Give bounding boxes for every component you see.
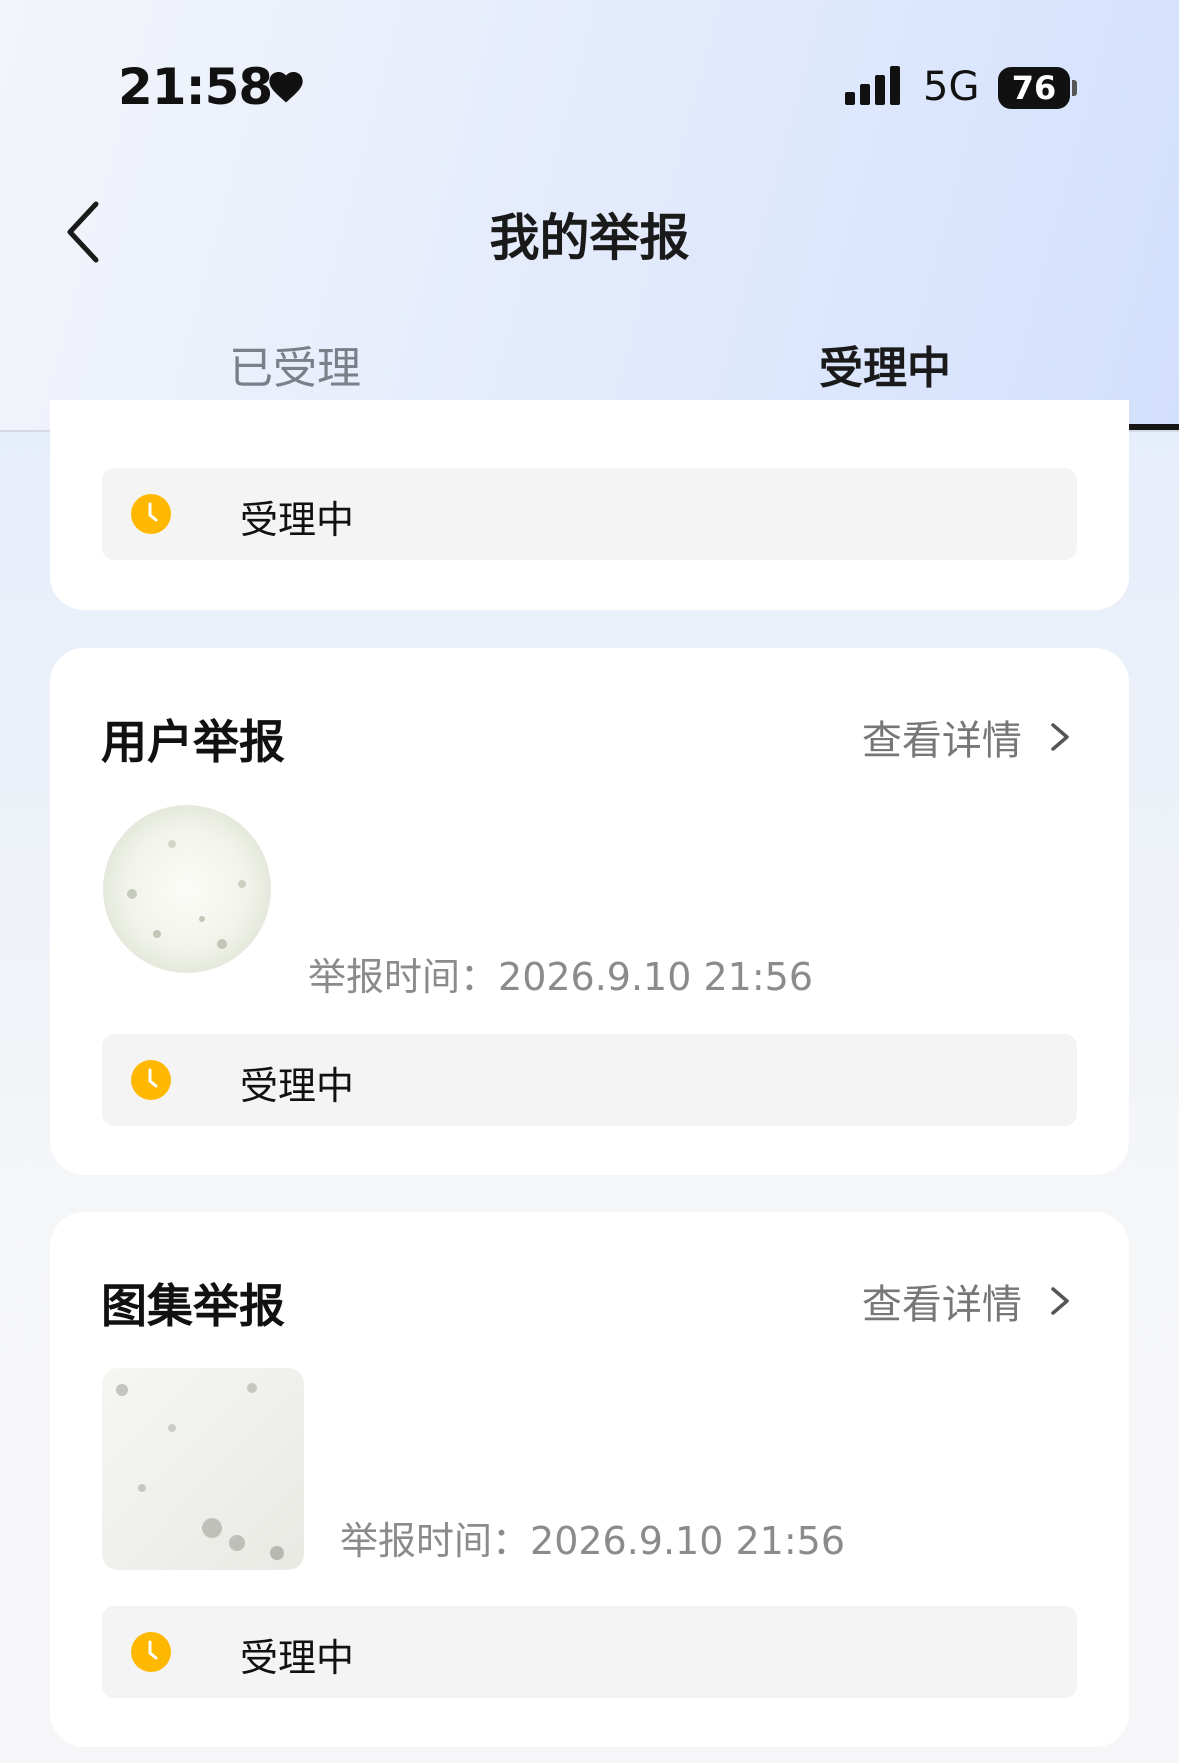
signal-icon bbox=[845, 66, 900, 105]
status-time: 21:58 bbox=[118, 58, 273, 116]
status-label: 受理中 bbox=[240, 1636, 355, 1680]
status-bar: 21:58 5G 76 bbox=[0, 0, 1179, 150]
clock-icon bbox=[131, 1060, 171, 1100]
battery-icon: 76 bbox=[998, 67, 1078, 109]
report-time-label: 举报时间： bbox=[340, 1519, 531, 1563]
view-details-label: 查看详情 bbox=[861, 1282, 1022, 1328]
card-title: 用户举报 bbox=[101, 715, 285, 769]
status-label: 受理中 bbox=[240, 1064, 355, 1108]
report-time-value: 2026.9.10 21:56 bbox=[530, 1519, 845, 1563]
clock-icon bbox=[131, 1632, 171, 1672]
report-time: 举报时间：2026.9.10 21:56 bbox=[340, 1510, 845, 1565]
status-row: 受理中 bbox=[102, 1034, 1077, 1126]
battery-level: 76 bbox=[1011, 69, 1057, 107]
report-time-value: 2026.9.10 21:56 bbox=[498, 955, 813, 999]
report-time: 举报时间：2026.9.10 21:56 bbox=[308, 946, 813, 1001]
chevron-right-icon bbox=[1051, 1287, 1069, 1315]
view-details-link[interactable]: 查看详情 bbox=[862, 708, 1073, 764]
view-details-label: 查看详情 bbox=[861, 718, 1022, 764]
tab-accepted[interactable]: 已受理 bbox=[0, 332, 590, 396]
report-card[interactable]: 用户举报 查看详情 举报时间：2026.9.10 21:56 受理中 bbox=[50, 648, 1129, 1175]
card-title: 图集举报 bbox=[101, 1279, 285, 1333]
status-label: 受理中 bbox=[240, 498, 355, 542]
report-card[interactable]: 图集举报 查看详情 举报时间：2026.9.10 21:56 受理中 bbox=[50, 1212, 1129, 1747]
heart-icon bbox=[269, 72, 303, 103]
tab-processing[interactable]: 受理中 bbox=[590, 332, 1179, 396]
view-details-link[interactable]: 查看详情 bbox=[862, 1272, 1073, 1328]
status-row: 受理中 bbox=[102, 1606, 1077, 1698]
clock-icon bbox=[131, 494, 171, 534]
network-label: 5G bbox=[923, 64, 980, 110]
report-card: 受理中 bbox=[50, 400, 1129, 610]
status-row: 受理中 bbox=[102, 468, 1077, 560]
page-title: 我的举报 bbox=[489, 209, 690, 267]
avatar bbox=[103, 805, 271, 973]
thumbnail-image bbox=[102, 1368, 304, 1570]
report-time-label: 举报时间： bbox=[308, 955, 499, 999]
chevron-right-icon bbox=[1051, 723, 1069, 751]
